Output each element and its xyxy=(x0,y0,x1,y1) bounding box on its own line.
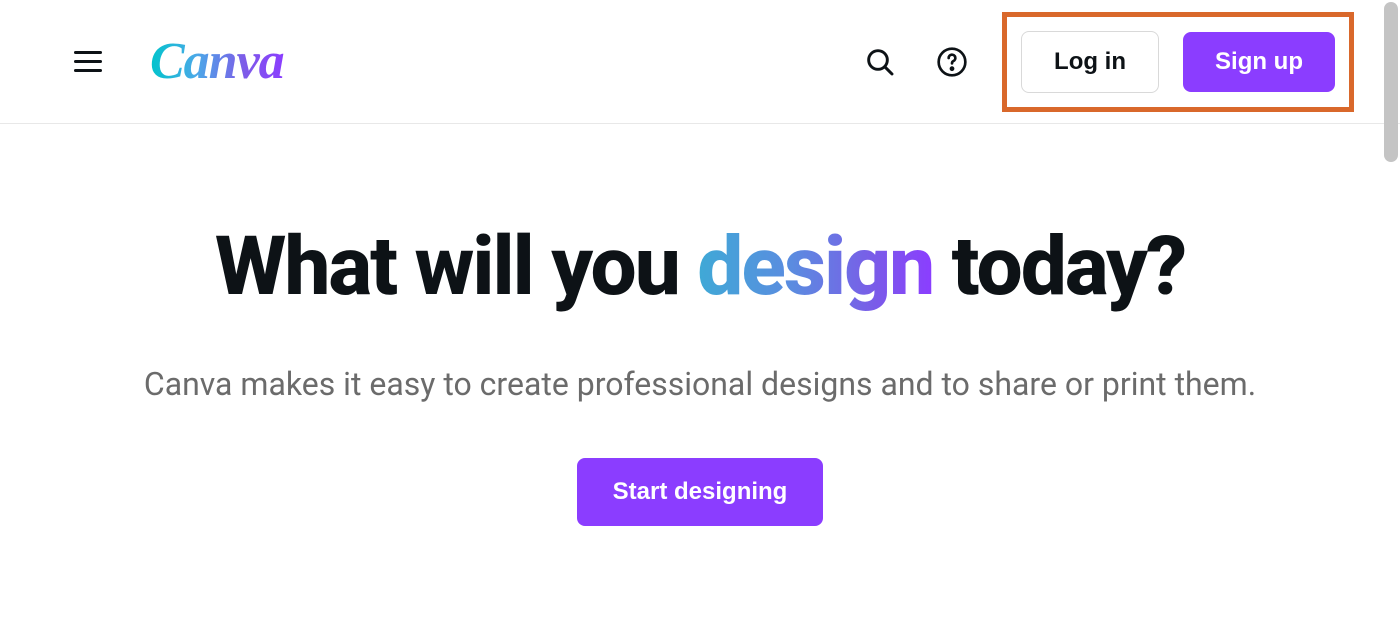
hero-section: What will you design today? Canva makes … xyxy=(0,124,1400,526)
start-designing-button[interactable]: Start designing xyxy=(577,458,824,526)
auth-highlight-box: Log in Sign up xyxy=(1002,12,1354,112)
signup-button[interactable]: Sign up xyxy=(1183,32,1335,92)
hero-title-accent: design xyxy=(697,219,933,315)
hero-title-before: What will you xyxy=(215,219,697,315)
search-icon[interactable] xyxy=(858,40,902,84)
hero-title: What will you design today? xyxy=(60,224,1340,310)
help-icon[interactable] xyxy=(930,40,974,84)
header-left: Canva xyxy=(70,32,284,91)
header-right: Log in Sign up xyxy=(858,12,1340,112)
hamburger-menu-icon[interactable] xyxy=(70,47,106,76)
hero-subtitle: Canva makes it easy to create profession… xyxy=(60,360,1340,410)
header: Canva Log in Sign up xyxy=(0,0,1400,124)
login-button[interactable]: Log in xyxy=(1021,31,1159,93)
canva-logo[interactable]: Canva xyxy=(150,32,284,91)
scrollbar[interactable] xyxy=(1384,2,1398,162)
hero-title-after: today? xyxy=(933,219,1185,315)
